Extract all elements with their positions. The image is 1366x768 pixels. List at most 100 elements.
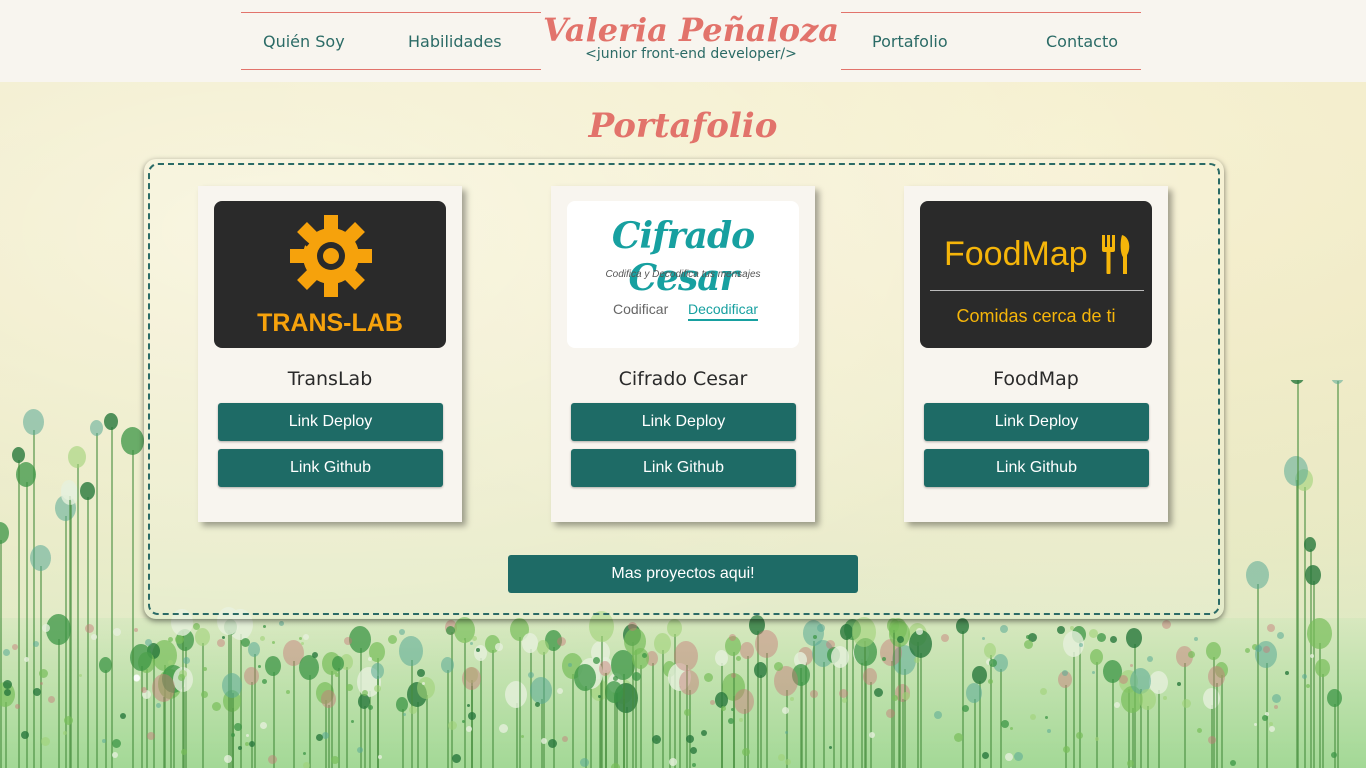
meadow-dot <box>303 752 306 755</box>
flower-stem <box>870 682 872 768</box>
link-github-button[interactable]: Link Github <box>218 449 443 487</box>
meadow-dot <box>826 640 835 649</box>
flower-stem <box>232 693 234 768</box>
meadow-dot <box>790 697 794 701</box>
flower-bud <box>740 642 754 659</box>
meadow-dot <box>178 674 185 681</box>
flower-bud <box>299 655 319 680</box>
flower-stem <box>5 702 7 768</box>
project-thumbnail-cifrado-cesar[interactable]: Cifrado Cesar Codifica y Decodifica tus … <box>567 201 799 348</box>
meadow-dot <box>260 636 265 641</box>
flower-bud <box>0 522 9 544</box>
flower-stem <box>1073 652 1075 768</box>
meadow-dot <box>774 662 783 671</box>
flower-stem <box>1132 708 1134 768</box>
flower-stem <box>652 663 654 768</box>
nav-link-portafolio[interactable]: Portafolio <box>872 32 948 51</box>
flower-bud <box>120 427 144 455</box>
project-title: FoodMap <box>993 368 1079 390</box>
link-deploy-button[interactable]: Link Deploy <box>924 403 1149 441</box>
meadow-dot <box>168 660 173 665</box>
meadow-dot <box>1030 714 1036 720</box>
meadow-dot <box>874 688 883 697</box>
meadow-dot <box>246 734 249 737</box>
nav-link-contacto[interactable]: Contacto <box>1046 32 1118 51</box>
meadow-dot <box>286 690 290 694</box>
meadow-dot <box>15 704 20 709</box>
meadow-dot <box>1306 684 1310 688</box>
meadow-dot <box>260 722 267 729</box>
meadow-dot <box>729 634 736 641</box>
meadow-dot <box>962 705 969 712</box>
meadow-dot <box>322 732 329 739</box>
meadow-dot <box>476 648 480 652</box>
flower-bud <box>332 656 344 671</box>
meadow-dot <box>335 673 339 677</box>
meadow-dot <box>468 712 476 720</box>
flower-stem <box>813 641 815 768</box>
link-deploy-button[interactable]: Link Deploy <box>218 403 443 441</box>
flower-stem <box>105 670 107 768</box>
meadow-dot <box>731 673 736 678</box>
flower-stem <box>146 669 148 768</box>
meadow-dot <box>472 636 477 641</box>
meadow-dot <box>902 692 910 700</box>
flower-bud <box>79 482 95 500</box>
flower-bud <box>1305 565 1321 585</box>
meadow-dot <box>12 644 18 650</box>
meadow-dot <box>368 705 373 710</box>
meadow-dot <box>378 755 382 759</box>
flower-bud <box>89 420 103 436</box>
flower-bud <box>1245 561 1269 589</box>
flower-stem <box>801 682 803 768</box>
meadow-dot <box>1097 633 1106 642</box>
flower-bud <box>966 683 982 703</box>
flower-bud <box>1126 628 1142 648</box>
flower-stem <box>228 630 230 768</box>
meadow-dot <box>684 709 691 716</box>
meadow-dot <box>4 689 11 696</box>
cifrado-tab-decodificar: Decodificar <box>688 301 759 321</box>
meadow-dot <box>1130 664 1133 667</box>
meadow-dot <box>462 640 465 643</box>
flower-bud <box>349 626 371 653</box>
meadow-dot <box>721 706 726 711</box>
flower-stem <box>1322 674 1324 768</box>
more-projects-button[interactable]: Mas proyectos aqui! <box>508 555 858 593</box>
meadow-dot <box>628 622 637 631</box>
meadow-dot <box>1269 726 1275 732</box>
flower-stem <box>346 667 348 768</box>
meadow-dot <box>521 735 524 738</box>
flower-bud <box>440 657 454 673</box>
meadow-dot <box>1026 635 1030 639</box>
meadow-dot <box>988 679 993 684</box>
link-github-button[interactable]: Link Github <box>924 449 1149 487</box>
link-github-button[interactable]: Link Github <box>571 449 796 487</box>
flower-bud <box>522 633 538 653</box>
link-deploy-button[interactable]: Link Deploy <box>571 403 796 441</box>
flower-bud <box>1306 618 1332 649</box>
flower-stem <box>402 709 404 768</box>
project-thumbnail-foodmap[interactable]: FoodMap Comidas cerca de ti <box>920 201 1152 348</box>
meadow-dot <box>299 637 302 640</box>
meadow-dot <box>212 702 221 711</box>
flower-stem <box>1304 487 1306 768</box>
brand-tagline: <junior front-end developer/> <box>585 46 797 62</box>
meadow-dot <box>1162 620 1171 629</box>
flower-bud <box>754 630 778 658</box>
flower-bud <box>599 661 611 676</box>
nav-link-quien-soy[interactable]: Quién Soy <box>263 32 345 51</box>
meadow-dot <box>548 739 557 748</box>
foodmap-logo-text: FoodMap <box>944 235 1088 273</box>
project-thumbnail-translab[interactable]: TRANS-LAB <box>214 201 446 348</box>
flower-bud <box>984 643 996 658</box>
meadow-dot <box>388 635 397 644</box>
nav-link-habilidades[interactable]: Habilidades <box>408 32 502 51</box>
flower-stem <box>974 699 976 768</box>
meadow-dot <box>181 749 187 755</box>
meadow-dot <box>40 682 43 685</box>
flower-bud <box>505 681 527 708</box>
section-title: Portafolio <box>588 106 778 146</box>
flower-stem <box>689 690 691 768</box>
meadow-dot <box>462 720 465 723</box>
